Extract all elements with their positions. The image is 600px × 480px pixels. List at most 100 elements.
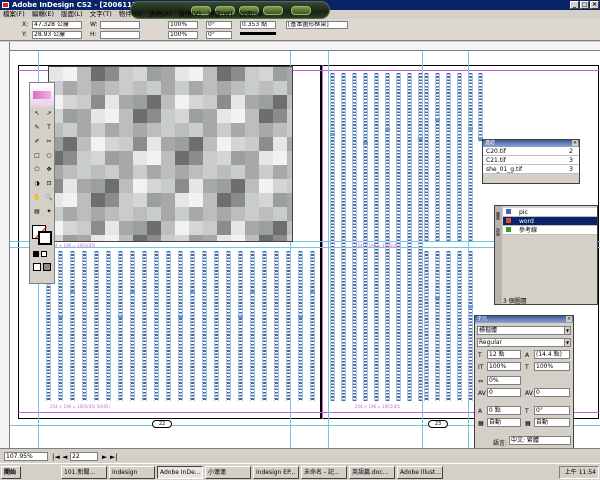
vertical-ruler[interactable] [0, 42, 10, 448]
text-column[interactable] [446, 73, 451, 241]
text-column[interactable] [274, 251, 279, 401]
character-rotation-field[interactable]: 0° [534, 406, 570, 415]
text-column[interactable] [202, 251, 207, 401]
taskbar-item[interactable]: 101.新聞... [61, 465, 107, 479]
text-column[interactable] [94, 251, 99, 401]
link-item[interactable]: C21.tif 3 [483, 156, 579, 165]
rectangle-frame-tool-icon[interactable]: □ [32, 151, 42, 160]
taskbar-item[interactable]: 英語篇.doc... [349, 465, 395, 479]
direct-selection-tool-icon[interactable]: ↗ [44, 109, 54, 118]
text-column[interactable] [298, 251, 303, 401]
ellipse-tool-icon[interactable]: ○ [44, 151, 54, 160]
text-column[interactable] [190, 251, 195, 401]
menu-layout[interactable]: 版面(L) [61, 10, 83, 19]
layer-row-selected[interactable]: word [503, 217, 597, 226]
text-column[interactable] [468, 251, 473, 401]
scissors-tool-icon[interactable]: ✂ [44, 137, 54, 146]
zoom-field[interactable]: 107.95% [4, 452, 48, 461]
button-tool-icon[interactable]: ⊡ [44, 179, 54, 188]
character-panel-header[interactable]: 字元 × [475, 316, 573, 323]
text-column[interactable] [238, 251, 243, 401]
layer-row[interactable]: pic [503, 208, 597, 217]
prev-page-button[interactable]: ◄ [62, 453, 67, 461]
text-column[interactable] [424, 251, 429, 401]
vertical-scale-field[interactable]: 100% [487, 362, 521, 371]
text-column[interactable] [118, 251, 123, 401]
text-column[interactable] [424, 73, 429, 241]
selection-tool-icon[interactable]: ↖ [32, 109, 42, 118]
grid-alignment-dropdown[interactable]: 自動 [487, 418, 521, 427]
scale-x-field[interactable]: 100% [168, 21, 198, 29]
text-column[interactable] [468, 73, 473, 241]
tracking-field[interactable]: 0 [534, 388, 570, 397]
text-column[interactable] [396, 73, 401, 401]
normal-view-button[interactable] [33, 263, 41, 271]
text-column[interactable] [457, 251, 462, 401]
link-item[interactable]: C20.tif 2 [483, 147, 579, 156]
text-column[interactable] [418, 73, 423, 401]
menu-help[interactable]: 說明(H) [240, 10, 263, 19]
w-field[interactable] [100, 21, 140, 29]
taskbar-item-active[interactable]: Adobe InDe... [157, 465, 203, 479]
eye-icon[interactable] [506, 227, 511, 232]
text-column[interactable] [363, 73, 368, 401]
text-column[interactable] [330, 73, 335, 401]
pencil-tool-icon[interactable]: ✐ [32, 137, 42, 146]
maximize-button[interactable]: □ [580, 1, 589, 9]
stroke-weight-field[interactable]: 0.353 點 [240, 21, 276, 29]
menu-table[interactable]: 表格(A) [149, 10, 172, 19]
kerning-field[interactable]: 0 [487, 388, 521, 397]
page-number-field[interactable]: 22 [70, 452, 98, 461]
polygon-tool-icon[interactable]: ⬠ [32, 165, 42, 174]
placed-photo-frame[interactable] [48, 66, 293, 242]
text-column[interactable] [214, 251, 219, 401]
text-column[interactable] [154, 251, 159, 401]
text-column[interactable] [142, 251, 147, 401]
grid-alignment2-dropdown[interactable]: 自動 [534, 418, 570, 427]
taskbar-item[interactable]: 未命名 - 記... [301, 465, 347, 479]
menu-view[interactable]: 檢視(V) [178, 10, 201, 19]
preview-view-button[interactable] [43, 263, 51, 271]
text-column[interactable] [374, 73, 379, 401]
text-column[interactable] [226, 251, 231, 401]
text-column[interactable] [70, 251, 75, 401]
last-page-button[interactable]: ►| [110, 453, 118, 461]
links-panel-header[interactable]: 連結 × [483, 140, 579, 147]
eyedropper-tool-icon[interactable]: ✦ [44, 207, 54, 216]
y-field[interactable]: 28.93 公釐 [32, 31, 82, 39]
text-column[interactable] [310, 251, 315, 401]
eye-icon[interactable] [506, 209, 511, 214]
apply-none-button[interactable] [41, 251, 47, 257]
object-style-dropdown[interactable]: [基本圖形框架] [286, 21, 348, 29]
text-column[interactable] [58, 251, 63, 401]
text-column[interactable] [106, 251, 111, 401]
eye-icon[interactable] [506, 218, 511, 223]
links-panel-close-icon[interactable]: × [572, 140, 578, 146]
stroke-swatch[interactable] [38, 231, 52, 245]
taskbar-item[interactable]: indesign EP... [253, 465, 299, 479]
tsume-field[interactable]: 0% [487, 376, 521, 385]
text-column[interactable] [457, 73, 462, 241]
link-item[interactable]: she_01_g.tif 3 [483, 165, 579, 174]
text-column[interactable] [478, 73, 483, 141]
text-column[interactable] [286, 251, 291, 401]
zoom-tool-icon[interactable]: 🔍 [44, 193, 54, 202]
text-column[interactable] [166, 251, 171, 401]
free-transform-tool-icon[interactable]: ✥ [44, 165, 54, 174]
close-button[interactable]: × [590, 1, 599, 9]
gradient-tool-icon[interactable]: ◑ [32, 179, 42, 188]
frame-grid-tool-icon[interactable]: ▤ [32, 207, 42, 216]
start-button[interactable]: 開始 [1, 465, 21, 479]
shear-field[interactable]: 0° [206, 31, 232, 39]
taskbar-item[interactable]: 小蓮蓮 [205, 465, 251, 479]
text-column[interactable] [82, 251, 87, 401]
menu-type[interactable]: 文字(T) [90, 10, 112, 19]
apply-color-button[interactable] [33, 251, 39, 257]
text-column[interactable] [435, 73, 440, 241]
text-column[interactable] [178, 251, 183, 401]
menu-object[interactable]: 物件(O) [119, 10, 142, 19]
text-column[interactable] [262, 251, 267, 401]
font-size-field[interactable]: 12 點 [487, 350, 521, 359]
text-column[interactable] [435, 251, 440, 401]
character-panel-close-icon[interactable]: × [566, 316, 572, 322]
